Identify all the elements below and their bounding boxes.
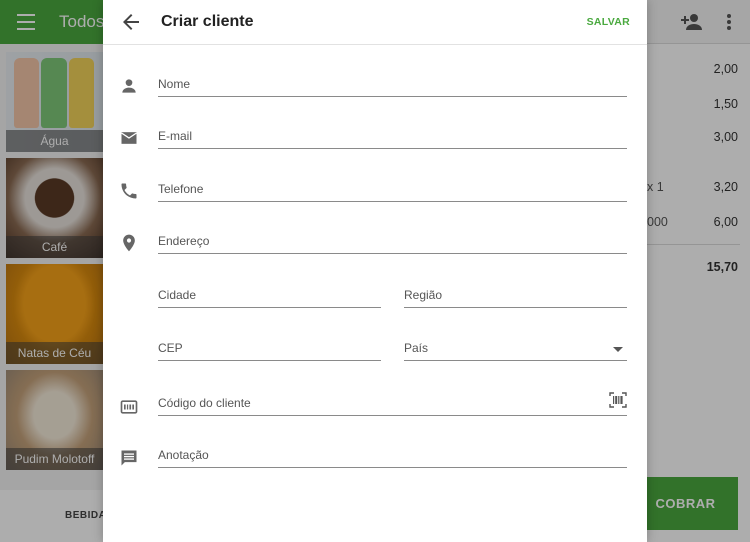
postal-code-field[interactable]: CEP bbox=[158, 339, 381, 361]
person-icon bbox=[122, 79, 136, 93]
create-customer-dialog: Criar cliente SALVAR Nome E-mail Telefon… bbox=[103, 0, 647, 542]
note-field[interactable]: Anotação bbox=[158, 446, 627, 468]
location-pin-icon bbox=[123, 234, 135, 252]
comment-icon bbox=[121, 450, 137, 466]
city-field[interactable]: Cidade bbox=[158, 286, 381, 308]
phone-icon bbox=[121, 183, 137, 199]
region-field[interactable]: Região bbox=[404, 286, 627, 308]
barcode-scan-icon[interactable] bbox=[609, 392, 627, 408]
dialog-header: Criar cliente SALVAR bbox=[103, 0, 647, 45]
customer-card-icon bbox=[120, 400, 138, 414]
customer-code-field[interactable]: Código do cliente bbox=[158, 392, 627, 416]
country-select[interactable]: País bbox=[404, 339, 627, 361]
name-field[interactable]: Nome bbox=[158, 75, 627, 97]
back-arrow-icon[interactable] bbox=[119, 10, 143, 34]
address-field-label: Endereço bbox=[158, 234, 210, 248]
note-field-label: Anotação bbox=[158, 448, 209, 462]
email-icon bbox=[121, 132, 137, 144]
phone-field[interactable]: Telefone bbox=[158, 180, 627, 202]
dropdown-caret-icon bbox=[613, 347, 623, 352]
dialog-title: Criar cliente bbox=[161, 13, 254, 30]
phone-field-label: Telefone bbox=[158, 182, 204, 196]
region-field-label: Região bbox=[404, 288, 443, 302]
country-select-label: País bbox=[404, 341, 429, 355]
email-field-label: E-mail bbox=[158, 129, 193, 143]
customer-code-field-label: Código do cliente bbox=[158, 396, 251, 410]
save-button[interactable]: SALVAR bbox=[587, 16, 630, 28]
postal-code-field-label: CEP bbox=[158, 341, 183, 355]
email-field[interactable]: E-mail bbox=[158, 127, 627, 149]
city-field-label: Cidade bbox=[158, 288, 197, 302]
name-field-label: Nome bbox=[158, 77, 191, 91]
address-field[interactable]: Endereço bbox=[158, 232, 627, 254]
